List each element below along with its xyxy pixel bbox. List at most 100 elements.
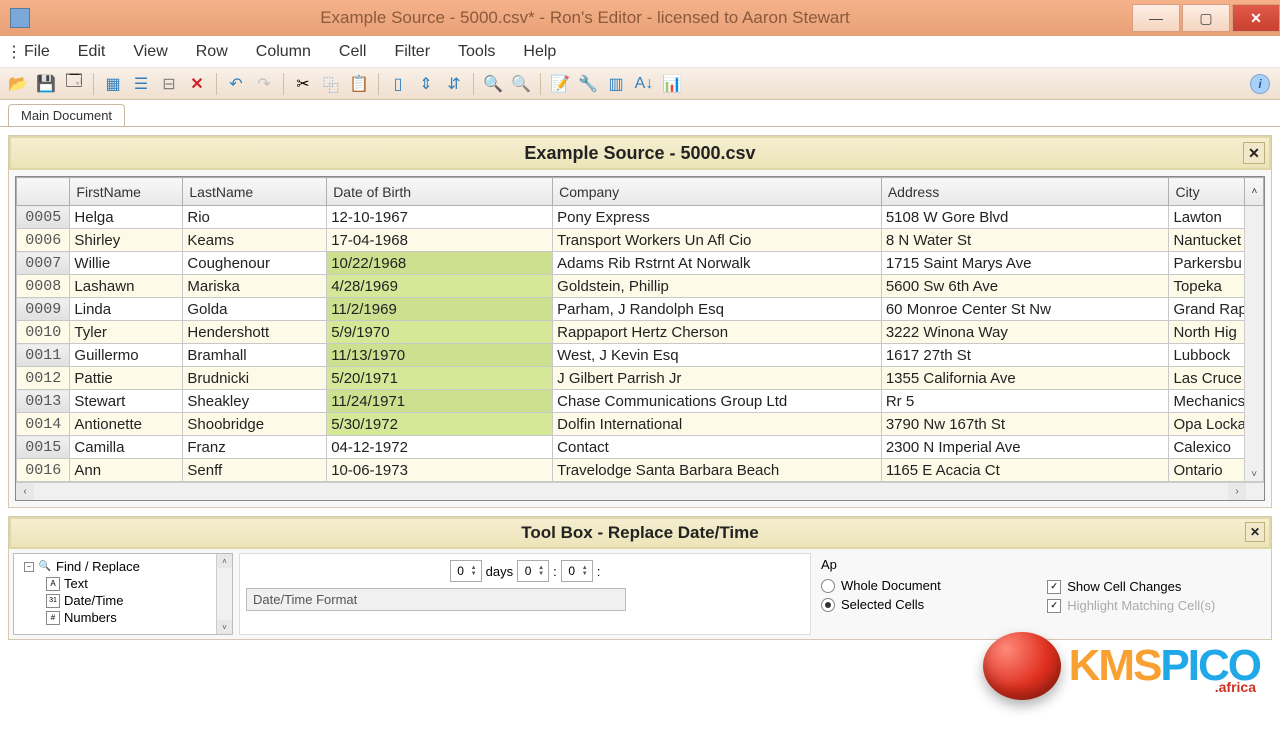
close-button[interactable]: ✕ [1232, 4, 1280, 32]
cell-firstname[interactable]: Ann [70, 459, 183, 482]
nav-text[interactable]: AText [18, 575, 228, 592]
delete-icon[interactable]: ✕ [185, 72, 209, 96]
menu-view[interactable]: View [119, 39, 181, 65]
row-number[interactable]: 0014 [17, 413, 70, 436]
cell-firstname[interactable]: Willie [70, 252, 183, 275]
cell-city[interactable]: Las Cruce [1169, 367, 1245, 390]
sort-icon[interactable]: A↓ [632, 72, 656, 96]
nav-numbers[interactable]: #Numbers [18, 609, 228, 626]
table-row[interactable]: 0008 Lashawn Mariska 4/28/1969 Goldstein… [17, 275, 1264, 298]
cell-company[interactable]: Contact [553, 436, 882, 459]
cell-lastname[interactable]: Coughenour [183, 252, 327, 275]
toolbox-close-button[interactable]: ✕ [1245, 522, 1265, 542]
table-row[interactable]: 0011 Guillermo Bramhall 11/13/1970 West,… [17, 344, 1264, 367]
row-number[interactable]: 0010 [17, 321, 70, 344]
menu-help[interactable]: Help [509, 39, 570, 65]
cell-address[interactable]: Rr 5 [881, 390, 1169, 413]
row-number[interactable]: 0008 [17, 275, 70, 298]
cell-company[interactable]: Goldstein, Phillip [553, 275, 882, 298]
menu-edit[interactable]: Edit [64, 39, 120, 65]
cell-address[interactable]: 1165 E Acacia Ct [881, 459, 1169, 482]
cell-city[interactable]: Mechanics [1169, 390, 1245, 413]
row-number[interactable]: 0006 [17, 229, 70, 252]
nav-find-replace[interactable]: −🔍Find / Replace [18, 558, 228, 575]
cell-company[interactable]: Travelodge Santa Barbara Beach [553, 459, 882, 482]
cell-address[interactable]: 8 N Water St [881, 229, 1169, 252]
menu-tools[interactable]: Tools [444, 39, 509, 65]
col-lastname[interactable]: LastName [183, 178, 327, 206]
cell-lastname[interactable]: Hendershott [183, 321, 327, 344]
zoomin-icon[interactable]: 🔍 [481, 72, 505, 96]
cell-firstname[interactable]: Guillermo [70, 344, 183, 367]
cell-city[interactable]: North Hig [1169, 321, 1245, 344]
grid-icon[interactable]: ▦ [101, 72, 125, 96]
cell-dob[interactable]: 11/2/1969 [327, 298, 553, 321]
cell-city[interactable]: Lubbock [1169, 344, 1245, 367]
cell-firstname[interactable]: Helga [70, 206, 183, 229]
cell-company[interactable]: J Gilbert Parrish Jr [553, 367, 882, 390]
merge-icon[interactable]: ⇵ [442, 72, 466, 96]
cell-company[interactable]: West, J Kevin Esq [553, 344, 882, 367]
minimize-button[interactable]: — [1132, 4, 1180, 32]
cell-company[interactable]: Pony Express [553, 206, 882, 229]
table-row[interactable]: 0009 Linda Golda 11/2/1969 Parham, J Ran… [17, 298, 1264, 321]
cell-city[interactable]: Parkersbu [1169, 252, 1245, 275]
cell-city[interactable]: Ontario [1169, 459, 1245, 482]
paste-icon[interactable]: 📋 [347, 72, 371, 96]
panel-icon[interactable]: ▥ [604, 72, 628, 96]
cell-address[interactable]: 3222 Winona Way [881, 321, 1169, 344]
table-row[interactable]: 0010 Tyler Hendershott 5/9/1970 Rappapor… [17, 321, 1264, 344]
split-icon[interactable]: ⇕ [414, 72, 438, 96]
table-row[interactable]: 0012 Pattie Brudnicki 5/20/1971 J Gilber… [17, 367, 1264, 390]
edit-icon[interactable]: 📝 [548, 72, 572, 96]
cell-dob[interactable]: 17-04-1968 [327, 229, 553, 252]
row-number[interactable]: 0013 [17, 390, 70, 413]
menu-cell[interactable]: Cell [325, 39, 381, 65]
table-row[interactable]: 0005 Helga Rio 12-10-1967 Pony Express 5… [17, 206, 1264, 229]
row-number[interactable]: 0015 [17, 436, 70, 459]
cell-lastname[interactable]: Shoobridge [183, 413, 327, 436]
cell-dob[interactable]: 04-12-1972 [327, 436, 553, 459]
col-firstname[interactable]: FirstName [70, 178, 183, 206]
hours-spinner[interactable]: ▲▼ [517, 560, 549, 582]
cell-address[interactable]: 2300 N Imperial Ave [881, 436, 1169, 459]
cell-address[interactable]: 60 Monroe Center St Nw [881, 298, 1169, 321]
help-icon[interactable]: i [1250, 74, 1270, 94]
col-address[interactable]: Address [881, 178, 1169, 206]
table-row[interactable]: 0016 Ann Senff 10-06-1973 Travelodge San… [17, 459, 1264, 482]
menu-row[interactable]: Row [182, 39, 242, 65]
menu-column[interactable]: Column [242, 39, 325, 65]
cell-address[interactable]: 5600 Sw 6th Ave [881, 275, 1169, 298]
cell-firstname[interactable]: Linda [70, 298, 183, 321]
days-spinner[interactable]: ▲▼ [450, 560, 482, 582]
cut-icon[interactable]: ✂ [291, 72, 315, 96]
scroll-left-icon[interactable]: ‹ [16, 483, 34, 500]
radio-whole-document[interactable]: Whole Document [821, 576, 1017, 595]
row-number[interactable]: 0011 [17, 344, 70, 367]
cell-lastname[interactable]: Franz [183, 436, 327, 459]
cell-company[interactable]: Rappaport Hertz Cherson [553, 321, 882, 344]
col-icon[interactable]: ▯ [386, 72, 410, 96]
cell-lastname[interactable]: Sheakley [183, 390, 327, 413]
cell-company[interactable]: Dolfin International [553, 413, 882, 436]
cell-dob[interactable]: 10/22/1968 [327, 252, 553, 275]
cell-lastname[interactable]: Mariska [183, 275, 327, 298]
rows-icon[interactable]: ☰ [129, 72, 153, 96]
col-company[interactable]: Company [553, 178, 882, 206]
tool-icon[interactable]: 🔧 [576, 72, 600, 96]
open-icon[interactable]: 📂 [6, 72, 30, 96]
table-row[interactable]: 0014 Antionette Shoobridge 5/30/1972 Dol… [17, 413, 1264, 436]
cell-firstname[interactable]: Camilla [70, 436, 183, 459]
redo-icon[interactable]: ↷ [252, 72, 276, 96]
cell-city[interactable]: Calexico [1169, 436, 1245, 459]
row-number[interactable]: 0007 [17, 252, 70, 275]
cell-lastname[interactable]: Senff [183, 459, 327, 482]
cell-address[interactable]: 1617 27th St [881, 344, 1169, 367]
data-grid[interactable]: FirstName LastName Date of Birth Company… [15, 176, 1265, 501]
cell-city[interactable]: Nantucket [1169, 229, 1245, 252]
mins-spinner[interactable]: ▲▼ [561, 560, 593, 582]
cell-company[interactable]: Chase Communications Group Ltd [553, 390, 882, 413]
cell-dob[interactable]: 11/13/1970 [327, 344, 553, 367]
cell-city[interactable]: Opa Locka [1169, 413, 1245, 436]
row-number[interactable]: 0016 [17, 459, 70, 482]
